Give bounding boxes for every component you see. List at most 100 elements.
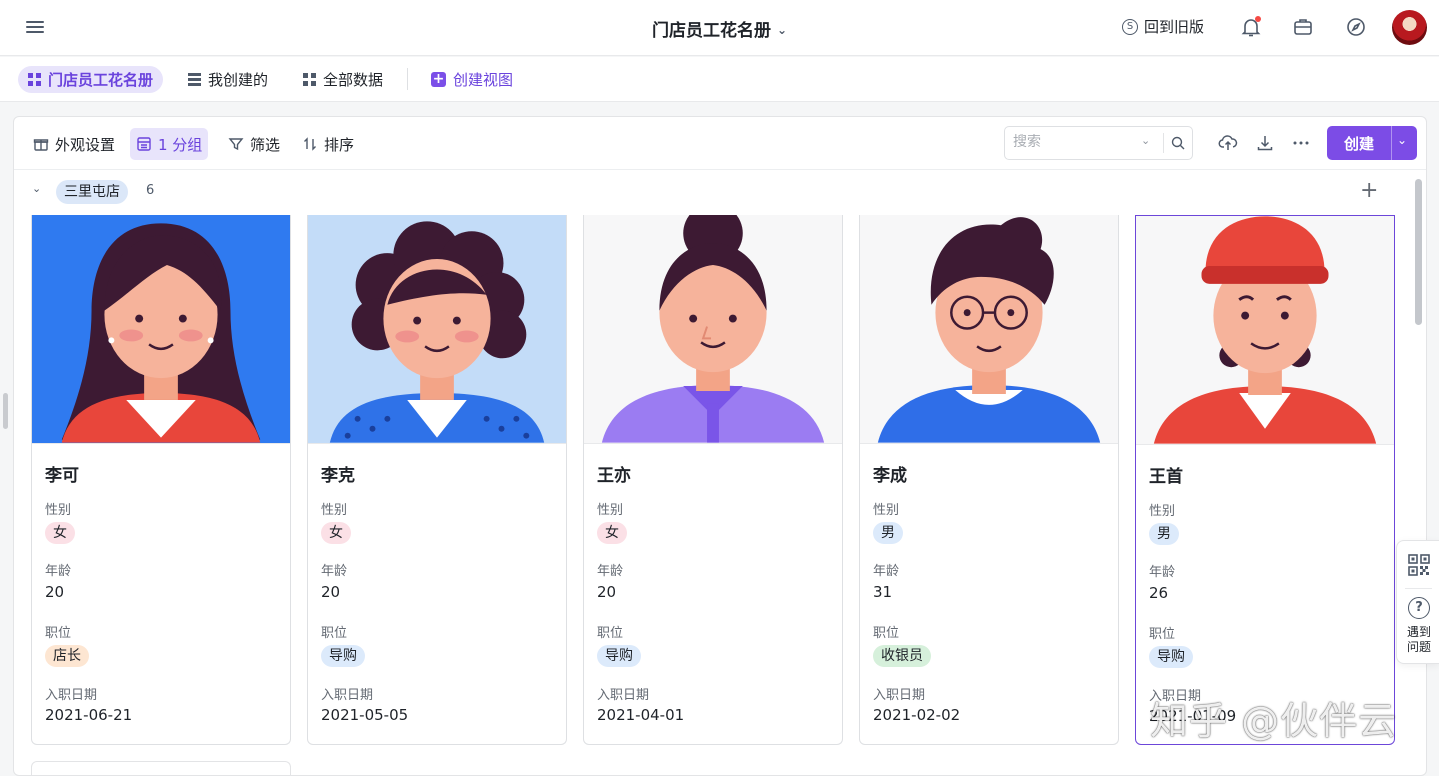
sort-button[interactable]: 排序 [296,128,360,160]
create-view-button[interactable]: + 创建视图 [421,66,523,93]
appearance-settings-label: 外观设置 [55,135,116,154]
table-view-icon [188,73,201,86]
collapse-caret-icon[interactable]: ⌄ [32,182,41,195]
filter-label: 筛选 [250,135,281,154]
download-icon[interactable] [1255,133,1275,153]
hire-date-value: 2021-05-05 [321,706,409,724]
briefcase-icon[interactable] [1291,15,1315,39]
tab-divider [407,68,408,90]
back-to-old-version-label: 回到旧版 [1144,18,1205,36]
field-label-position: 职位 [321,626,348,641]
tab-label: 门店员工花名册 [48,71,154,89]
field-label-gender: 性别 [873,503,900,518]
age-value: 31 [873,583,893,601]
vertical-scrollbar[interactable] [1415,179,1422,325]
view-tabs-bar: 门店员工花名册 我创建的 全部数据 + 创建视图 [0,57,1439,102]
employee-name: 王亦 [597,466,631,486]
employee-photo [32,215,290,444]
field-label-age: 年龄 [873,564,900,579]
hire-date-value: 2021-04-01 [597,706,685,724]
field-label-gender: 性别 [321,503,348,518]
tab-my-created[interactable]: 我创建的 [178,66,278,93]
app-title-text: 门店员工花名册 [651,21,771,41]
employee-name: 李克 [321,466,355,486]
tab-store-roster[interactable]: 门店员工花名册 [18,66,164,93]
chevron-down-icon[interactable]: ⌄ [1397,133,1407,147]
hire-date-value: 2021-01-09 [1149,707,1237,725]
field-label-gender: 性别 [45,503,72,518]
add-record-icon[interactable]: + [1360,178,1378,203]
employee-name: 王首 [1149,467,1183,487]
create-label: 创建 [1343,135,1374,153]
group-name-tag: 三里屯店 [56,180,128,204]
field-label-hire-date: 入职日期 [321,688,374,703]
gallery-view-icon [28,73,41,86]
help-question-icon[interactable]: ? [1408,597,1430,619]
field-label-hire-date: 入职日期 [45,688,98,703]
upload-icon[interactable] [1218,133,1238,153]
record-card[interactable]: 李可 性别 女 年龄 20 职位 店长 入职日期 2021-06-21 [31,215,291,745]
field-label-age: 年龄 [321,564,348,579]
create-divider [1391,126,1392,160]
record-card[interactable]: 李成 性别 男 年龄 31 职位 收银员 入职日期 2021-02-02 [859,215,1119,745]
card-gallery: 李可 性别 女 年龄 20 职位 店长 入职日期 2021-06-21 李克 性… [14,215,1426,755]
qr-code-icon[interactable] [1408,554,1430,576]
field-label-age: 年龄 [1149,565,1176,580]
employee-name: 李成 [873,466,907,486]
sidebar-resize-handle[interactable] [3,393,8,429]
search-input[interactable] [1013,134,1133,150]
plus-icon: + [431,71,446,87]
toolbar: 外观设置 1 分组 筛选 排序 ⌄ 创建 ⌄ [14,117,1426,170]
top-bar: 门店员工花名册 ⌄ S 回到旧版 [0,0,1439,56]
field-label-position: 职位 [1149,627,1176,642]
age-value: 20 [45,583,65,601]
old-version-icon: S [1122,18,1138,35]
field-label-age: 年龄 [597,564,624,579]
back-to-old-version-button[interactable]: S 回到旧版 [1122,16,1204,37]
gender-tag: 男 [1149,523,1179,545]
next-row-card-edge [31,761,291,775]
user-avatar[interactable] [1392,10,1427,45]
search-divider [1163,133,1164,153]
group-button[interactable]: 1 分组 [130,128,209,160]
gender-tag: 女 [45,522,75,544]
age-value: 26 [1149,584,1169,602]
record-card-selected[interactable]: 王首 性别 男 年龄 26 职位 导购 入职日期 2021-01-09 [1135,215,1395,745]
bell-icon[interactable] [1239,15,1263,39]
gender-tag: 男 [873,522,903,544]
group-icon [137,137,151,151]
age-value: 20 [321,583,341,601]
appearance-settings-button[interactable]: 外观设置 [27,128,121,160]
record-card[interactable]: 王亦 性别 女 年龄 20 职位 导购 入职日期 2021-04-01 [583,215,843,745]
filter-icon [228,138,244,151]
gender-tag: 女 [597,522,627,544]
help-label[interactable]: 遇到问题 [1403,625,1435,655]
tab-all-data[interactable]: 全部数据 [293,66,393,93]
field-label-hire-date: 入职日期 [873,688,926,703]
compass-icon[interactable] [1344,15,1368,39]
position-tag: 收银员 [873,645,931,667]
create-button[interactable]: 创建 ⌄ [1327,126,1417,160]
record-card[interactable]: 李克 性别 女 年龄 20 职位 导购 入职日期 2021-05-05 [307,215,567,745]
employee-photo [1136,216,1394,445]
employee-photo [584,215,842,444]
menu-icon[interactable] [24,18,46,38]
tab-label: 全部数据 [323,71,384,89]
hire-date-value: 2021-02-02 [873,706,961,724]
group-count: 6 [146,183,155,198]
create-view-label: 创建视图 [453,71,514,89]
sort-label: 排序 [324,135,355,154]
app-title: 门店员工花名册 ⌄ [0,16,1439,41]
app-title-dropdown[interactable]: 门店员工花名册 ⌄ [652,21,787,41]
field-label-age: 年龄 [45,564,72,579]
search-icon[interactable] [1170,135,1186,151]
widget-divider [1405,588,1432,589]
chevron-down-icon[interactable]: ⌄ [1141,134,1150,147]
notification-dot [1255,16,1261,22]
more-icon[interactable] [1291,133,1311,153]
gift-icon [33,139,49,151]
filter-button[interactable]: 筛选 [222,128,286,160]
group-label: 1 分组 [158,135,203,154]
position-tag: 店长 [45,645,89,667]
field-label-position: 职位 [597,626,624,641]
